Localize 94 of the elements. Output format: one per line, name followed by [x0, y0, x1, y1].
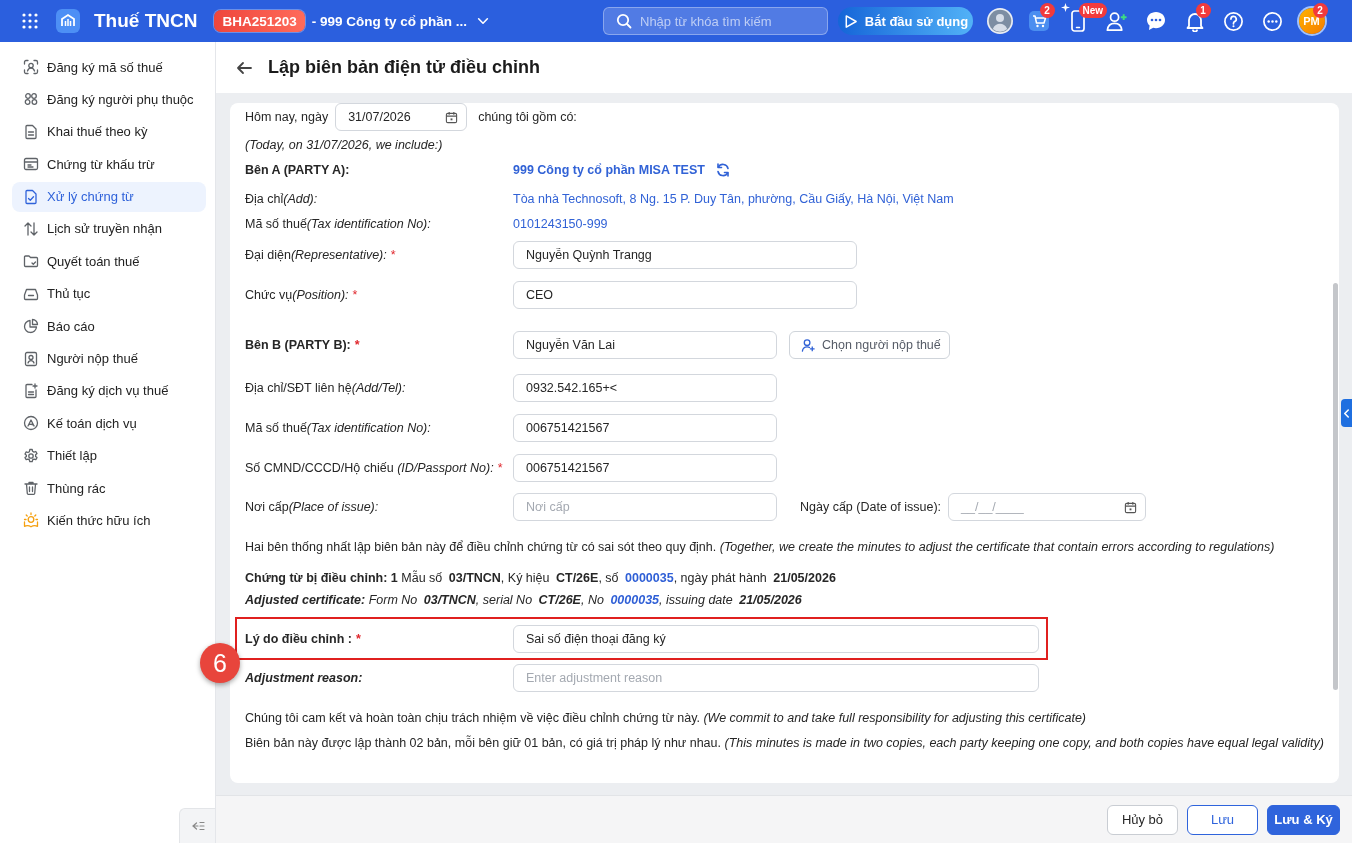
sidebar-item[interactable]: Người nộp thuế: [12, 343, 206, 374]
sidebar-item[interactable]: Chứng từ khấu trừ: [12, 149, 206, 180]
sun-book-icon: [23, 512, 39, 529]
scrollbar-thumb[interactable]: [1333, 283, 1338, 690]
document-check-icon: [23, 188, 39, 205]
step-callout: 6: [200, 643, 240, 683]
people-icon: [23, 91, 39, 108]
sidebar-item[interactable]: Quyết toán thuế: [12, 246, 206, 277]
start-button[interactable]: Bắt đầu sử dụng: [838, 7, 973, 35]
new-badge: New: [1078, 3, 1108, 18]
text-input[interactable]: 0932.542.165+<: [513, 374, 777, 402]
field-label: Bên B (PARTY B): *: [245, 337, 361, 354]
text-input[interactable]: Nguyễn Quỳnh Trangg: [513, 241, 857, 269]
app-logo-icon: [56, 9, 80, 33]
field-label: Lý do điều chỉnh : *: [245, 631, 362, 648]
sidebar-item[interactable]: Thủ tục: [12, 278, 206, 309]
field-label: Ngày cấp (Date of issue):: [800, 499, 942, 516]
sidebar-item[interactable]: Kiến thức hữu ích: [12, 505, 206, 536]
sidebar-item[interactable]: Đăng ký dịch vụ thuế: [12, 375, 206, 406]
up-down-arrows-icon: [23, 220, 39, 237]
sparkle-icon: [1061, 3, 1070, 12]
text-input[interactable]: Sai số điện thoại đăng ký: [513, 625, 1039, 653]
sidebar-item[interactable]: Xử lý chứng từ: [12, 181, 206, 212]
date-field[interactable]: 31/07/2026: [335, 103, 468, 131]
trash-icon: [23, 480, 39, 497]
settings-icon: [23, 447, 39, 464]
page-title: Lập biên bản điện tử điều chỉnh: [268, 57, 541, 78]
collapse-icon: [190, 819, 205, 833]
agreement-text: Hai bên thống nhất lập biên bản này để điều chỉnh chứng từ có sai sót theo quy định. (Together, we create the minutes to adjust the certificate that contain errors according to regulations): [245, 539, 1275, 556]
back-arrow-icon[interactable]: [236, 59, 252, 76]
commitment-text: Biên bản này được lập thành 02 bản, mỗi bên giữ 01 bản, có giá trị pháp lý như nhau. (This minutes is made in two copies, each party keeping one copy, and both copies have equal legal validity): [245, 734, 1324, 752]
chat-icon[interactable]: [1144, 10, 1167, 32]
field-label: Mã số thuế(Tax identification No):: [245, 216, 432, 233]
sidebar-item[interactable]: Lịch sử truyền nhận: [12, 213, 206, 244]
refresh-icon[interactable]: [714, 162, 731, 178]
circle-logo-icon: [23, 415, 39, 432]
field-label: Đại diện(Representative): *: [245, 247, 397, 264]
organization-name[interactable]: - 999 Công ty cổ phần ...: [311, 13, 467, 29]
text-input[interactable]: 006751421567: [513, 454, 777, 482]
field-label: Địa chỉ/SĐT liên hệ(Add/Tel):: [245, 380, 407, 397]
phone-icon[interactable]: [1070, 10, 1085, 32]
certificate-info: Chứng từ bị điều chỉnh: 1 Mẫu số 03/TNCN, Ký hiệu CT/26E, số 0000035, ngày phát hành 21/05/2026: [245, 569, 836, 587]
sidebar-item[interactable]: Thùng rác: [12, 473, 206, 504]
intro-translation: (Today, on 31/07/2026, we include:): [245, 137, 443, 154]
text-input[interactable]: Nguyễn Văn Lai: [513, 331, 777, 359]
intro-text: chúng tôi gồm có:: [478, 109, 577, 126]
company-name: 999 Công ty cổ phần MISA TEST: [513, 162, 705, 179]
save-button[interactable]: Lưu: [1187, 804, 1258, 835]
add-person-icon: [801, 337, 816, 353]
intro-text: Hôm nay, ngày: [245, 109, 329, 126]
sidebar-item[interactable]: Đăng ký người phụ thuộc: [12, 84, 206, 115]
sidebar-item[interactable]: Kế toán dịch vụ: [12, 408, 206, 439]
document-plus-icon: [23, 382, 39, 399]
help-icon[interactable]: [1223, 10, 1244, 32]
scan-person-icon: [23, 59, 39, 75]
sidebar-item[interactable]: Thiết lập: [12, 440, 206, 471]
sidebar-item[interactable]: Báo cáo: [12, 311, 206, 342]
field-value: Tòa nhà Technosoft, 8 Ng. 15 P. Duy Tân, phường, Cầu Giấy, Hà Nội, Việt Nam: [513, 191, 954, 208]
sidebar-item[interactable]: Khai thuế theo kỳ: [12, 116, 206, 147]
organization-code-badge: BHA251203: [214, 10, 305, 32]
field-label: Nơi cấp(Place of issue):: [245, 499, 380, 516]
calendar-icon[interactable]: [1124, 500, 1138, 514]
chevron-left-icon: [1343, 407, 1350, 419]
receipt-icon: [23, 156, 39, 173]
certificate-info: Adjusted certificate: Form No 03/TNCN, serial No CT/26E, No 0000035, issuing date 21/05/2026: [245, 592, 802, 609]
text-input[interactable]: CEO: [513, 281, 857, 309]
app-name: Thuế TNCN: [94, 10, 198, 32]
count-badge: 1: [1195, 3, 1211, 18]
field-label: Adjustment reason:: [245, 670, 364, 687]
calendar-icon[interactable]: [445, 110, 459, 124]
document-icon: [23, 123, 39, 140]
field-label: Chức vụ(Position): *: [245, 287, 359, 304]
choose-taxpayer-button[interactable]: Chọn người nộp thuế: [789, 331, 950, 359]
side-panel-tab[interactable]: [1341, 399, 1352, 427]
menu-icon[interactable]: [22, 13, 38, 29]
avatar-icon[interactable]: [986, 8, 1013, 34]
text-input[interactable]: Enter adjustment reason: [513, 664, 1039, 692]
search-icon: [616, 13, 632, 29]
text-input[interactable]: Nơi cấp: [513, 493, 777, 521]
cancel-button[interactable]: Hủy bỏ: [1107, 804, 1178, 835]
field-label: Địa chỉ(Add):: [245, 191, 319, 208]
commitment-text: Chúng tôi cam kết và hoàn toàn chịu trách nhiệm về việc điều chỉnh chứng từ này. (We commit to and take full responsibility for adjusting this certificate): [245, 710, 1086, 727]
pie-chart-icon: [23, 318, 39, 335]
add-user-icon[interactable]: [1105, 9, 1128, 33]
save-sign-button[interactable]: Lưu & Ký: [1267, 804, 1340, 835]
person-card-icon: [23, 350, 39, 367]
field-value: 0101243150-999: [513, 216, 608, 233]
sidebar-item[interactable]: Đăng ký mã số thuế: [12, 52, 206, 82]
folder-icon: [23, 253, 39, 270]
field-label: Mã số thuế(Tax identification No):: [245, 420, 432, 437]
more-icon[interactable]: [1262, 10, 1283, 32]
field-label: Bên A (PARTY A):: [245, 162, 351, 179]
field-label: Số CMND/CCCD/Hộ chiếu (ID/Passport No): *: [245, 460, 504, 477]
text-input[interactable]: 006751421567: [513, 414, 777, 442]
